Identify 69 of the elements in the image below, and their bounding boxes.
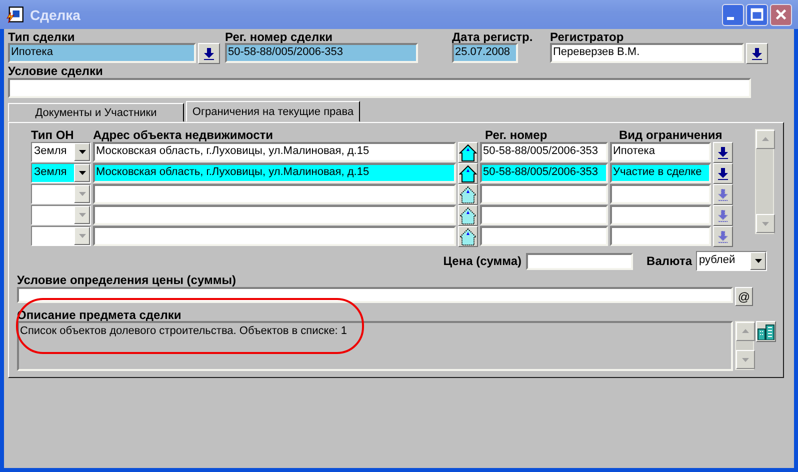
tab[interactable]: Ограничения на текущие права [186, 101, 360, 122]
down-arrow-icon [718, 188, 728, 200]
type-combo[interactable]: Земля [31, 142, 91, 162]
dropdown-button[interactable] [713, 142, 733, 163]
field-label: Дата регистр. [452, 31, 534, 43]
column-header: Рег. номер [485, 129, 548, 142]
minimize-button[interactable] [722, 4, 744, 26]
field-label: Регистратор [550, 31, 625, 43]
house-icon [459, 164, 477, 182]
house-icon [459, 206, 477, 224]
house-button[interactable] [458, 163, 478, 184]
buildings-button[interactable] [756, 321, 776, 342]
date-field[interactable]: 25.07.2008 [452, 43, 518, 63]
dropdown-arrow-icon [78, 192, 86, 196]
app-icon [6, 6, 24, 24]
window-title: Сделка [30, 6, 82, 22]
dropdown-arrow-icon [78, 171, 86, 175]
down-arrow-icon [204, 48, 214, 60]
dropdown-button[interactable] [746, 43, 768, 64]
buildings-icon [757, 324, 775, 340]
field-label: Условие сделки [8, 64, 103, 78]
condition-field[interactable] [8, 78, 751, 98]
column-header: Вид ограничения [619, 129, 722, 142]
house-icon [459, 228, 477, 246]
currency-combo[interactable]: рублей [696, 251, 767, 271]
tab[interactable]: Документы и Участники [8, 103, 184, 122]
scroll-down-icon[interactable] [756, 214, 775, 233]
description-field[interactable]: Список объектов долевого строительства. Объектов в списке: 1 [17, 321, 733, 371]
price-field[interactable] [526, 252, 633, 270]
dropdown-arrow-icon [754, 259, 762, 263]
maximize-button[interactable] [746, 4, 768, 26]
dropdown-arrow-icon [78, 213, 86, 217]
restriction-field[interactable]: Участие в сделке [610, 163, 711, 183]
restriction-field[interactable]: Ипотека [610, 142, 711, 162]
dropdown-arrow-icon [78, 234, 86, 238]
close-button[interactable] [770, 4, 792, 26]
field-label: Условие определения цены (суммы) [17, 273, 236, 287]
field-label: Валюта [646, 255, 692, 267]
scrollbar[interactable] [735, 321, 754, 370]
scroll-down-icon[interactable] [736, 350, 755, 369]
scroll-up-icon[interactable] [756, 130, 775, 149]
column-header: Адрес объекта недвижимости [93, 129, 274, 142]
address-field[interactable]: Московская область, г.Луховицы, ул.Малиновая, д.15 [93, 163, 456, 183]
field-label: Тип сделки [8, 31, 76, 43]
reg-number-field[interactable]: 50-58-88/005/2006-353 [480, 142, 608, 162]
down-arrow-icon [718, 168, 728, 180]
down-arrow-icon [718, 146, 728, 158]
down-arrow-icon [752, 48, 762, 60]
type-combo[interactable]: Земля [31, 163, 91, 183]
scrollbar[interactable] [755, 129, 774, 234]
dropdown-button[interactable] [713, 163, 733, 184]
dropdown-arrow-icon [78, 150, 86, 154]
down-arrow-icon [718, 230, 728, 242]
address-field[interactable]: Московская область, г.Луховицы, ул.Малиновая, д.15 [93, 142, 456, 162]
reg-number-field[interactable]: 50-58-88/005/2006-353 [480, 163, 608, 183]
field-label: Цена (сумма) [443, 255, 522, 267]
house-icon [459, 186, 477, 204]
house-button[interactable] [458, 142, 478, 163]
down-arrow-icon [718, 210, 728, 222]
price-condition-field[interactable] [17, 287, 733, 303]
deal-type-field[interactable]: Ипотека [8, 43, 196, 63]
registrar-field[interactable]: Переверзев В.М. [550, 43, 744, 63]
reg-number-field[interactable]: 50-58-88/005/2006-353 [225, 43, 418, 63]
column-header: Тип ОН [31, 129, 75, 142]
house-icon [459, 144, 477, 162]
at-button[interactable]: @ [735, 287, 753, 306]
minimize-icon [727, 17, 734, 20]
dropdown-button[interactable] [198, 43, 220, 64]
field-label: Рег. номер сделки [225, 31, 334, 43]
